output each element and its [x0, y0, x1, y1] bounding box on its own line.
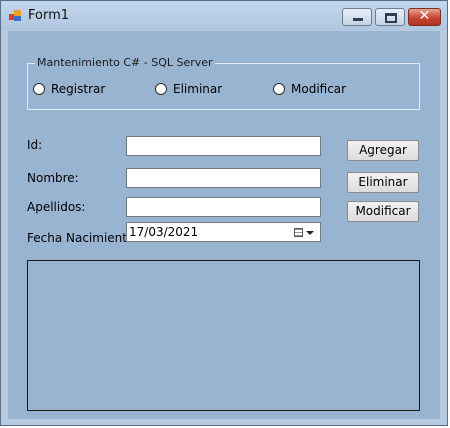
id-input[interactable]: [126, 136, 321, 156]
groupbox-title: Mantenimiento C# - SQL Server: [35, 56, 215, 69]
eliminar-button[interactable]: Eliminar: [347, 172, 419, 193]
close-button[interactable]: ✕: [408, 8, 441, 26]
fecha-nacimiento-datepicker[interactable]: 17/03/2021: [126, 222, 321, 242]
nombre-label: Nombre:: [27, 171, 79, 185]
maintenance-groupbox: Mantenimiento C# - SQL Server Registrar …: [27, 56, 420, 110]
fecha-nacimiento-label: Fecha Nacimiento:: [27, 231, 139, 245]
nombre-input[interactable]: [126, 168, 321, 188]
radio-modificar-label: Modificar: [291, 82, 347, 96]
radio-eliminar-label: Eliminar: [173, 82, 223, 96]
radio-registrar-label: Registrar: [51, 82, 106, 96]
radio-modificar[interactable]: Modificar: [273, 82, 346, 96]
calendar-dropdown-icon[interactable]: [294, 226, 316, 239]
id-label: Id:: [27, 138, 43, 152]
maximize-button[interactable]: [375, 8, 405, 26]
minimize-button[interactable]: [342, 8, 372, 26]
form-client-area: Mantenimiento C# - SQL Server Registrar …: [8, 31, 440, 419]
radio-registrar[interactable]: Registrar: [33, 82, 105, 96]
radio-unchecked-icon[interactable]: [33, 83, 45, 95]
agregar-button[interactable]: Agregar: [347, 140, 419, 161]
form-window: Form1 ✕ Mantenimiento C# - SQL Server Re…: [0, 0, 448, 426]
apellidos-label: Apellidos:: [27, 200, 86, 214]
title-bar[interactable]: Form1 ✕: [1, 1, 447, 30]
fecha-nacimiento-value: 17/03/2021: [129, 225, 199, 239]
radio-unchecked-icon[interactable]: [273, 83, 285, 95]
app-icon: [9, 10, 23, 22]
radio-eliminar[interactable]: Eliminar: [155, 82, 222, 96]
data-grid-panel[interactable]: [27, 260, 420, 411]
maximize-icon: [385, 13, 397, 23]
radio-unchecked-icon[interactable]: [155, 83, 167, 95]
window-title: Form1: [28, 8, 70, 23]
close-icon: ✕: [418, 8, 431, 24]
minimize-icon: [353, 18, 363, 21]
apellidos-input[interactable]: [126, 197, 321, 217]
modificar-button[interactable]: Modificar: [347, 201, 419, 222]
